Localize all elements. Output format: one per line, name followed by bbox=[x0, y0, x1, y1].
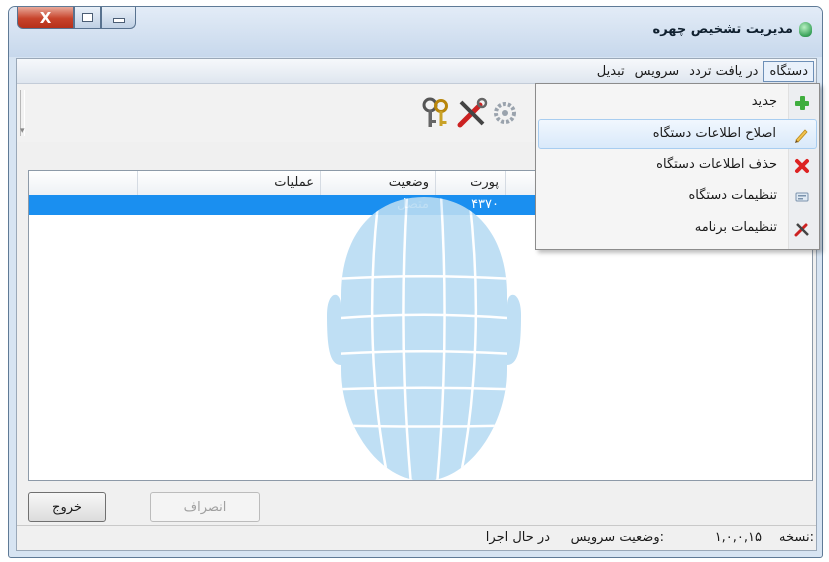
menu-item-label: حذف اطلاعات دستگاه bbox=[656, 157, 777, 172]
pencil-icon bbox=[795, 129, 808, 143]
device-menu-dropdown: جدید اصلاح اطلاعات دستگاه حذف اطلاعات دس… bbox=[535, 83, 820, 250]
face-watermark-icon bbox=[327, 197, 521, 480]
menu-convert[interactable]: تبدیل bbox=[592, 62, 630, 81]
tools-icon bbox=[794, 223, 809, 237]
version-label: نسخه: bbox=[779, 530, 814, 545]
cell-operations[interactable] bbox=[137, 195, 320, 215]
exit-button[interactable]: خروج bbox=[28, 492, 106, 522]
menu-service[interactable]: سرویس bbox=[630, 62, 685, 81]
cancel-button[interactable]: انصراف bbox=[150, 492, 260, 522]
toolbar-overflow-icon[interactable]: ▾ bbox=[20, 126, 25, 136]
tools-icon[interactable] bbox=[455, 96, 489, 130]
gear-icon[interactable] bbox=[491, 96, 525, 130]
menu-item-label: جدید bbox=[751, 94, 777, 109]
window-title: مدیریت تشخیص چهره bbox=[652, 22, 793, 37]
title-bar[interactable]: X مدیریت تشخیص چهره bbox=[9, 7, 822, 57]
menu-item-edit-device[interactable]: اصلاح اطلاعات دستگاه bbox=[538, 119, 817, 149]
column-operations[interactable]: عملیات bbox=[137, 171, 320, 195]
service-status-value: در حال اجرا bbox=[485, 530, 550, 545]
menu-item-app-settings[interactable]: تنظیمات برنامه bbox=[538, 214, 817, 244]
plus-icon bbox=[795, 96, 809, 110]
minimize-button[interactable] bbox=[101, 7, 136, 29]
menu-item-label: تنظیمات برنامه bbox=[694, 220, 777, 235]
menu-bar: دستگاه در یافت تردد سرویس تبدیل bbox=[17, 59, 816, 84]
version-value: ۱,۰,۰,۱۵ bbox=[714, 530, 762, 545]
service-status-label: وضعیت سرویس: bbox=[570, 530, 664, 545]
minimize-icon bbox=[112, 18, 125, 23]
close-button[interactable]: X bbox=[17, 7, 74, 29]
menu-device[interactable]: دستگاه bbox=[763, 60, 814, 82]
keys-icon[interactable] bbox=[419, 96, 453, 130]
maximize-button[interactable] bbox=[74, 7, 101, 29]
delete-x-icon bbox=[795, 159, 809, 173]
menu-item-label: تنظیمات دستگاه bbox=[688, 188, 777, 203]
column-status[interactable]: وضعیت bbox=[320, 171, 435, 195]
title-area: مدیریت تشخیص چهره bbox=[653, 22, 812, 37]
window-controls: X bbox=[17, 7, 136, 31]
status-bar: نسخه: ۱,۰,۰,۱۵ وضعیت سرویس: در حال اجرا bbox=[17, 525, 816, 550]
device-settings-icon bbox=[795, 192, 809, 202]
menu-item-label: اصلاح اطلاعات دستگاه bbox=[652, 126, 776, 141]
app-icon bbox=[799, 22, 812, 37]
menu-item-new[interactable]: جدید bbox=[538, 88, 817, 118]
menu-item-device-settings[interactable]: تنظیمات دستگاه bbox=[538, 182, 817, 212]
column-port[interactable]: پورت bbox=[435, 171, 505, 195]
menu-receive-attendance[interactable]: در یافت تردد bbox=[684, 62, 763, 81]
maximize-icon bbox=[82, 13, 93, 22]
menu-item-delete-device[interactable]: حذف اطلاعات دستگاه bbox=[538, 151, 817, 181]
